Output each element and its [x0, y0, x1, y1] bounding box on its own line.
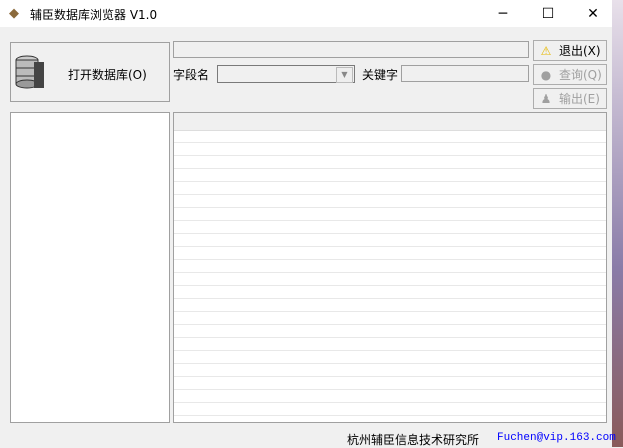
company-label: 杭州辅臣信息技术研究所: [347, 433, 480, 447]
table-list[interactable]: [10, 112, 170, 423]
exit-label: 退出(X): [559, 44, 601, 58]
export-icon: ♟: [540, 91, 552, 106]
query-button[interactable]: ● 查询(Q): [533, 64, 607, 85]
maximize-button[interactable]: ☐: [526, 0, 570, 27]
database-icon: [15, 55, 44, 89]
keyword-label: 关键字: [362, 68, 399, 82]
warning-icon: ⚠: [540, 43, 552, 58]
query-icon: ●: [540, 67, 552, 82]
title-bar: ◆ 辅臣数据库浏览器 V1.0 ─ ☐ ✕: [0, 0, 612, 27]
grid-header: [174, 113, 606, 131]
app-window: ◆ 辅臣数据库浏览器 V1.0 ─ ☐ ✕ 打开数据库(O) 字段名 ▼ 关键字…: [0, 0, 616, 447]
open-database-button[interactable]: 打开数据库(O): [10, 42, 170, 102]
app-icon: ◆: [9, 6, 19, 21]
exit-button[interactable]: ⚠ 退出(X): [533, 40, 607, 61]
export-label: 输出(E): [559, 92, 600, 106]
desktop-background: [612, 0, 623, 447]
window-title: 辅臣数据库浏览器 V1.0: [30, 8, 158, 22]
field-name-label: 字段名: [173, 68, 210, 82]
status-field: [173, 41, 529, 58]
keyword-input[interactable]: [401, 65, 529, 82]
data-grid[interactable]: [173, 112, 607, 423]
chevron-down-icon[interactable]: ▼: [336, 67, 353, 83]
minimize-button[interactable]: ─: [481, 0, 525, 27]
query-label: 查询(Q): [559, 68, 602, 82]
close-button[interactable]: ✕: [571, 0, 615, 27]
field-name-combo[interactable]: ▼: [217, 65, 355, 83]
open-database-label: 打开数据库(O): [68, 68, 147, 82]
export-button[interactable]: ♟ 输出(E): [533, 88, 607, 109]
email-link[interactable]: Fuchen@vip.163.com: [497, 432, 616, 444]
